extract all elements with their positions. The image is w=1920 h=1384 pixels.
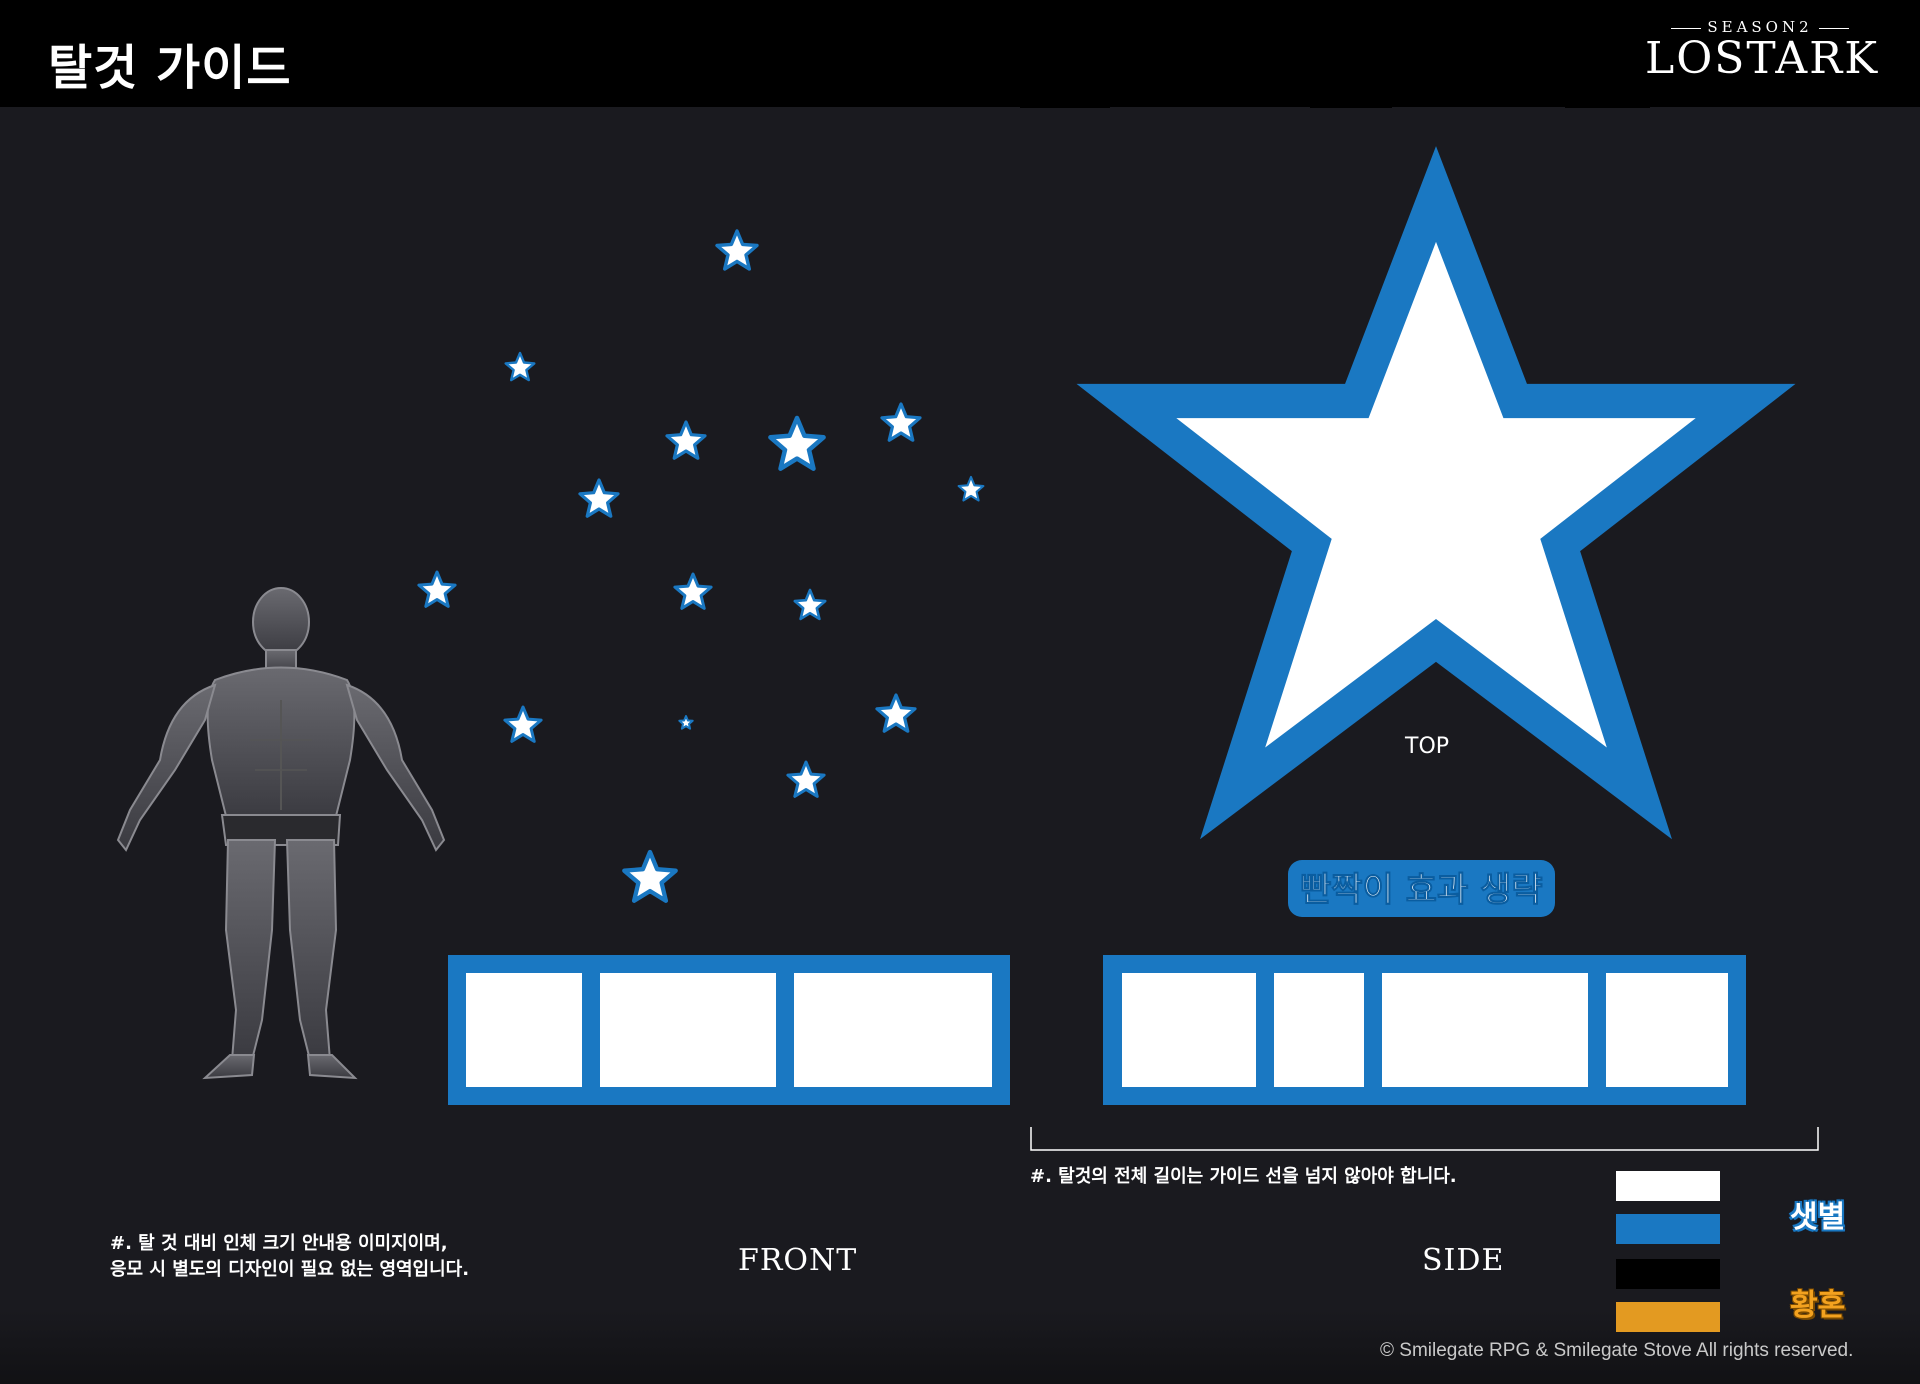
star-icon (578, 478, 620, 518)
star-icon (793, 588, 827, 621)
length-guide-line (1030, 1127, 1819, 1151)
star-icon (957, 475, 985, 502)
front-view-frame (448, 955, 1010, 1105)
side-view-label: SIDE (1422, 1243, 1505, 1278)
legend-swatch-white (1616, 1171, 1720, 1201)
star-icon (880, 402, 922, 442)
star-icon (678, 715, 694, 730)
star-icon (665, 420, 707, 460)
copyright-text: © Smilegate RPG & Smilegate Stove All ri… (1380, 1340, 1854, 1361)
star-icon (622, 849, 678, 903)
top-view-label: TOP (1405, 734, 1450, 759)
legend-swatch-black (1616, 1259, 1720, 1289)
human-reference-figure (116, 587, 446, 1080)
legend-swatch-blue (1616, 1214, 1720, 1244)
star-icon (504, 351, 536, 382)
star-icon (786, 760, 826, 798)
omit-sparkle-note: 빤짝이 효과 생략 (1288, 860, 1555, 917)
star-icon (417, 570, 457, 608)
sparkle-stars (417, 229, 985, 903)
legend-swatch-orange (1616, 1302, 1720, 1332)
top-view-star (1076, 146, 1796, 840)
star-icon (875, 693, 917, 733)
side-view-frame (1103, 955, 1746, 1105)
mount-guide-page: 탈것 가이드 SEASON2 LOSTARK TOP 빤짝이 효과 생략 #. … (0, 0, 1920, 1384)
guide-length-note: #. 탈것의 전체 길이는 가이드 선을 넘지 않아야 합니다. (1030, 1166, 1457, 1187)
star-icon (503, 705, 543, 743)
star-icon (768, 415, 826, 471)
human-scale-note-line1: #. 탈 것 대비 인체 크기 안내용 이미지이며, (110, 1233, 448, 1254)
legend-label-morning-star: 샛별 (1790, 1200, 1846, 1235)
front-view-label: FRONT (738, 1243, 858, 1278)
legend-label-twilight: 황혼 (1790, 1288, 1846, 1323)
star-icon (673, 572, 713, 610)
human-scale-note-line2: 응모 시 별도의 디자인이 필요 없는 영역입니다. (110, 1259, 470, 1280)
human-scale-note: #. 탈 것 대비 인체 크기 안내용 이미지이며, 응모 시 별도의 디자인이… (110, 1231, 469, 1283)
star-icon (715, 229, 759, 271)
